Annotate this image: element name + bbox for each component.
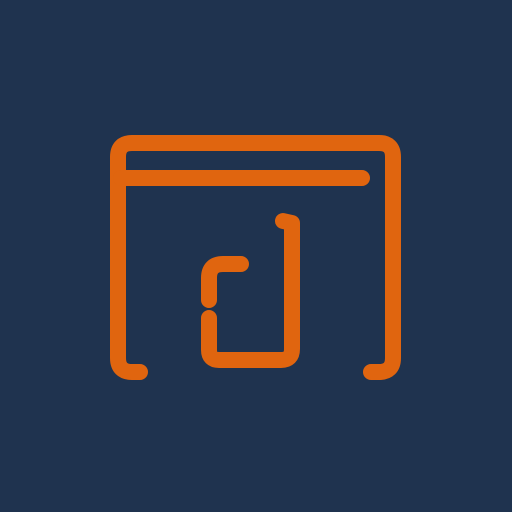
browser-window-d-logo-icon — [110, 135, 401, 380]
letter-d-bowl-top — [201, 256, 249, 308]
app-icon-canvas — [0, 0, 512, 512]
letter-d-glyph — [201, 213, 300, 368]
